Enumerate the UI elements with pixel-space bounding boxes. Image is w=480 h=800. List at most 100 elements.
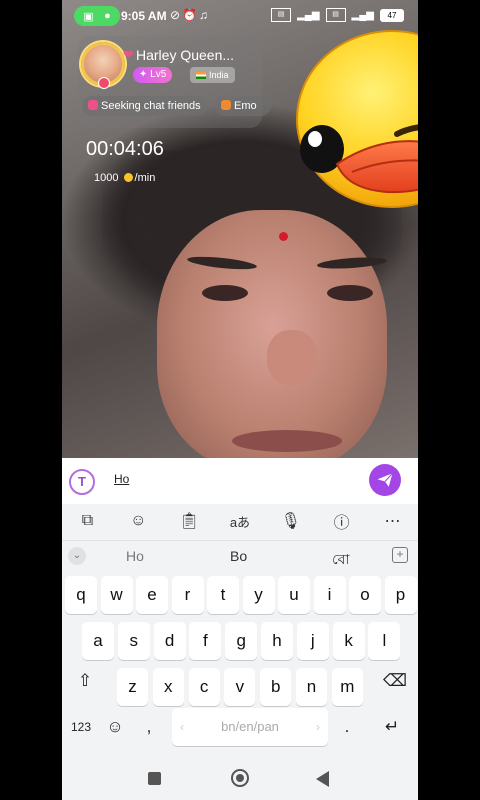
suggestion-bar: ⌄ Ho Bo বো + bbox=[62, 540, 418, 571]
video-mouth bbox=[232, 430, 342, 452]
heart-icon: ❤ bbox=[123, 47, 134, 62]
status-time: 9:05 AM bbox=[121, 9, 167, 23]
microphone-icon: ● bbox=[104, 10, 111, 22]
suggestion-2[interactable]: Bo bbox=[230, 548, 247, 564]
remote-video-feed[interactable]: ▣ ● 9:05 AM ⊘⏰♫ ▤ ▂▄▆ ▤ ▂▄▆ 47 ❤ Harley … bbox=[62, 0, 418, 458]
video-nose bbox=[267, 330, 317, 385]
emoji-key[interactable]: ☺ bbox=[100, 708, 130, 746]
tag-emo[interactable]: Emo bbox=[215, 96, 271, 116]
home-button[interactable] bbox=[231, 769, 249, 787]
verified-badge-icon bbox=[98, 77, 110, 89]
rate-amount: 1000 bbox=[94, 172, 119, 184]
call-timer: 00:04:06 bbox=[86, 138, 164, 160]
stickers-icon[interactable]: ⧉ bbox=[73, 507, 101, 535]
key-g[interactable]: g bbox=[225, 622, 258, 660]
recent-apps-button[interactable] bbox=[148, 772, 161, 785]
translate-logo-icon[interactable]: T bbox=[69, 469, 95, 495]
key-j[interactable]: j bbox=[296, 622, 329, 660]
message-input[interactable]: Ho bbox=[114, 472, 129, 486]
navigation-bar bbox=[62, 756, 418, 800]
send-icon bbox=[377, 472, 393, 487]
avatar[interactable] bbox=[81, 42, 125, 89]
comma-key[interactable]: , bbox=[134, 708, 164, 746]
chevron-left-icon: ‹ bbox=[180, 720, 184, 734]
tag-label: Emo bbox=[234, 100, 257, 112]
key-r[interactable]: r bbox=[171, 576, 204, 614]
phone-screen: ▣ ● 9:05 AM ⊘⏰♫ ▤ ▂▄▆ ▤ ▂▄▆ 47 ❤ Harley … bbox=[62, 0, 418, 800]
key-l[interactable]: l bbox=[368, 622, 401, 660]
key-n[interactable]: n bbox=[296, 668, 327, 706]
call-rate: 1000 /min bbox=[94, 172, 155, 184]
key-d[interactable]: d bbox=[153, 622, 186, 660]
key-v[interactable]: v bbox=[224, 668, 256, 706]
message-input-bar: T Ho bbox=[62, 458, 418, 504]
key-p[interactable]: p bbox=[384, 576, 417, 614]
heart-tag-icon bbox=[88, 100, 98, 110]
chevron-down-icon[interactable]: ⌄ bbox=[68, 547, 86, 565]
voice-input-icon[interactable]: 🎙︎ bbox=[277, 507, 305, 535]
host-profile-card[interactable]: ❤ Harley Queen... ✦ Lv5 India Seeking ch… bbox=[78, 36, 271, 128]
space-key[interactable]: ‹ bn/en/pan › bbox=[172, 708, 328, 746]
key-y[interactable]: y bbox=[242, 576, 275, 614]
key-f[interactable]: f bbox=[189, 622, 222, 660]
key-m[interactable]: m bbox=[331, 668, 363, 706]
rate-unit: /min bbox=[134, 172, 156, 184]
key-u[interactable]: u bbox=[278, 576, 310, 614]
comma-label: , bbox=[146, 717, 152, 736]
enter-key[interactable]: ↵ bbox=[372, 708, 412, 746]
more-icon[interactable]: ⋯ bbox=[378, 507, 406, 535]
send-button[interactable] bbox=[369, 464, 401, 496]
video-eye-left bbox=[202, 285, 248, 301]
notification-icons: ⊘⏰♫ bbox=[170, 8, 210, 22]
video-face-shape bbox=[157, 210, 387, 458]
key-t[interactable]: t bbox=[207, 576, 239, 614]
video-eye-right bbox=[327, 285, 373, 301]
clipboard-icon[interactable]: 📋︎ bbox=[175, 507, 203, 535]
key-b[interactable]: b bbox=[260, 668, 292, 706]
add-word-icon[interactable]: + bbox=[392, 547, 408, 563]
battery-icon: 47 bbox=[380, 8, 404, 22]
back-button[interactable] bbox=[316, 771, 329, 787]
key-w[interactable]: w bbox=[100, 576, 133, 614]
video-bindi bbox=[279, 232, 288, 241]
volte-icon: ▤ bbox=[325, 8, 346, 22]
space-label: bn/en/pan bbox=[221, 719, 279, 734]
diamond-icon bbox=[123, 173, 133, 182]
country-badge: India bbox=[190, 67, 235, 83]
key-x[interactable]: x bbox=[152, 668, 184, 706]
info-icon[interactable]: ⓘ bbox=[328, 507, 356, 535]
level-badge: ✦ Lv5 bbox=[133, 67, 173, 83]
key-k[interactable]: k bbox=[332, 622, 365, 660]
keyboard-toolbar: ⧉ ☺ 📋︎ aあ 🎙︎ ⓘ ⋯ bbox=[62, 504, 418, 538]
camera-mic-indicator: ▣ ● bbox=[74, 6, 120, 26]
key-q[interactable]: q bbox=[65, 576, 97, 614]
numbers-key[interactable]: 123 bbox=[65, 708, 97, 746]
emoji-icon[interactable]: ☺ bbox=[124, 507, 152, 535]
key-c[interactable]: c bbox=[188, 668, 220, 706]
winking-duck-emoji bbox=[296, 30, 418, 208]
system-status-icons: ▤ ▂▄▆ ▤ ▂▄▆ 47 bbox=[271, 8, 404, 22]
key-i[interactable]: i bbox=[313, 576, 346, 614]
key-h[interactable]: h bbox=[261, 622, 293, 660]
signal-2-icon: ▂▄▆ bbox=[351, 9, 374, 21]
host-name: Harley Queen... bbox=[136, 47, 235, 63]
key-o[interactable]: o bbox=[349, 576, 381, 614]
suggestion-3[interactable]: বো bbox=[332, 548, 350, 572]
key-z[interactable]: z bbox=[117, 668, 148, 706]
country-label: India bbox=[209, 70, 229, 80]
chevron-right-icon: › bbox=[316, 720, 320, 734]
key-s[interactable]: s bbox=[117, 622, 150, 660]
suggestion-1[interactable]: Ho bbox=[126, 548, 144, 564]
period-key[interactable]: . bbox=[332, 708, 362, 746]
backspace-key[interactable]: ⌫ bbox=[375, 662, 415, 700]
translate-icon[interactable]: aあ bbox=[226, 507, 254, 535]
signal-icon: ▂▄▆ bbox=[297, 9, 320, 21]
key-a[interactable]: a bbox=[82, 622, 114, 660]
keyboard: qwertyuiop asdfghjkl zxcvbnm ⇧ ⌫ 123 ☺ ,… bbox=[62, 572, 418, 756]
level-label: Lv5 bbox=[150, 69, 167, 80]
tag-seeking-chat[interactable]: Seeking chat friends bbox=[82, 96, 207, 116]
camera-icon: ▣ bbox=[83, 10, 94, 23]
emo-tag-icon bbox=[221, 100, 231, 110]
shift-key[interactable]: ⇧ bbox=[65, 662, 105, 700]
key-e[interactable]: e bbox=[136, 576, 168, 614]
